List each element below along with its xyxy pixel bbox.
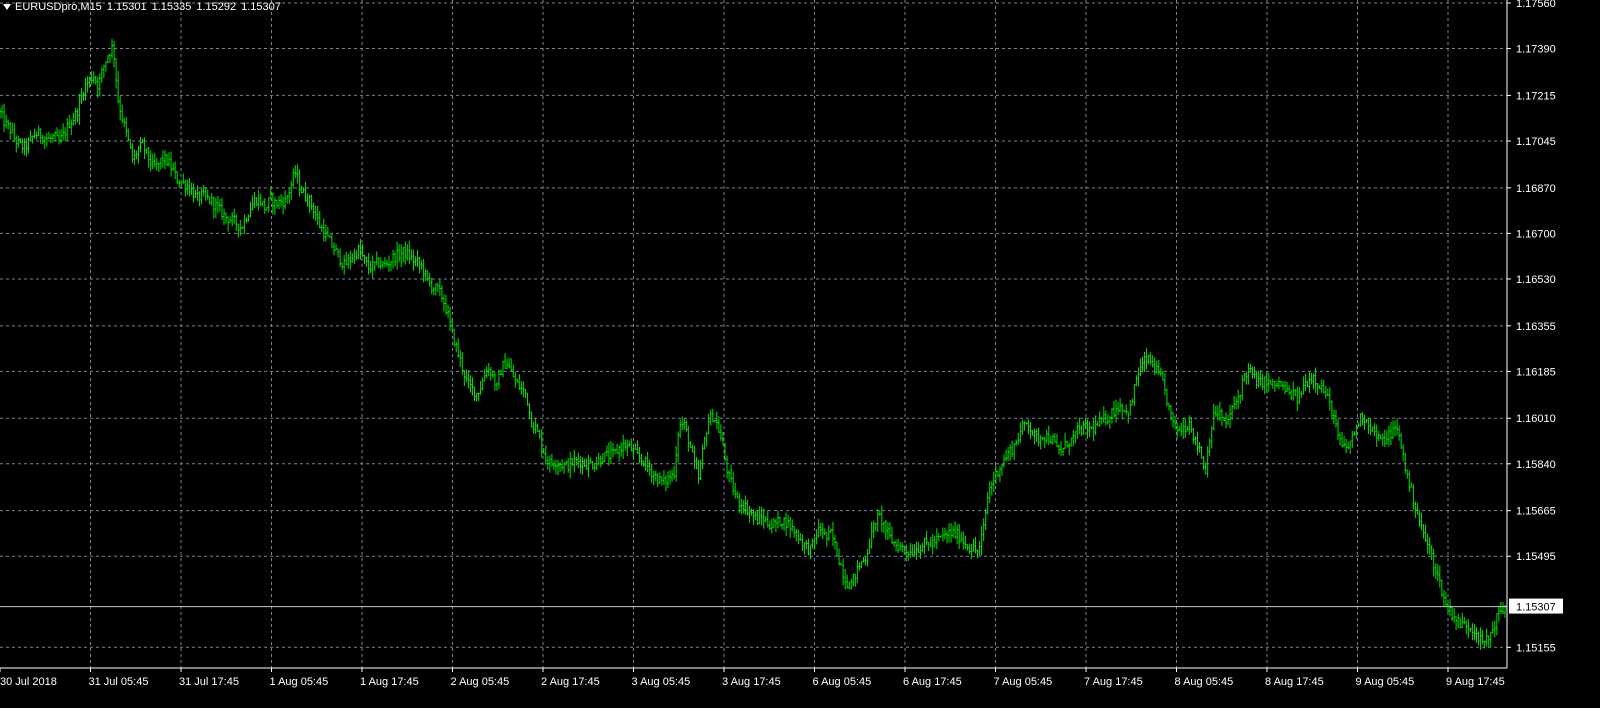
price-tick-label: 1.16355 bbox=[1516, 321, 1556, 333]
price-tick-label: 1.16530 bbox=[1516, 274, 1556, 286]
symbol-header: EURUSDpro,M15 1.15301 1.15335 1.15292 1.… bbox=[3, 1, 286, 13]
time-tick-label: 9 Aug 05:45 bbox=[1356, 676, 1415, 688]
time-tick-label: 30 Jul 2018 bbox=[0, 676, 57, 688]
price-tick-label: 1.17560 bbox=[1516, 0, 1556, 10]
close-price: 1.15307 bbox=[241, 1, 281, 13]
price-tick-label: 1.15665 bbox=[1516, 506, 1556, 518]
time-tick-label: 9 Aug 17:45 bbox=[1446, 676, 1505, 688]
time-tick-label: 3 Aug 17:45 bbox=[722, 676, 781, 688]
current-price-label: 1.15307 bbox=[1509, 598, 1563, 614]
time-tick-label: 6 Aug 17:45 bbox=[903, 676, 962, 688]
time-tick-label: 31 Jul 05:45 bbox=[89, 676, 149, 688]
price-chart[interactable]: 1.17560 1.17390 1.17215 1.17045 1.16870 1.167… bbox=[0, 0, 1600, 708]
low-price: 1.15292 bbox=[196, 1, 237, 13]
price-tick-label: 1.15495 bbox=[1516, 551, 1556, 563]
high-price: 1.15335 bbox=[151, 1, 192, 13]
price-tick-label: 1.17215 bbox=[1516, 90, 1556, 102]
price-tick-label: 1.16870 bbox=[1516, 183, 1556, 195]
current-price-text: 1.15307 bbox=[1516, 602, 1556, 614]
time-tick-label: 8 Aug 17:45 bbox=[1265, 676, 1324, 688]
price-tick-label: 1.15155 bbox=[1516, 642, 1556, 654]
price-tick-label: 1.17045 bbox=[1516, 136, 1556, 148]
time-tick-label: 6 Aug 05:45 bbox=[813, 676, 872, 688]
price-tick-label: 1.16185 bbox=[1516, 366, 1556, 378]
price-tick-label: 1.17390 bbox=[1516, 44, 1556, 56]
chevron-down-icon[interactable] bbox=[3, 4, 11, 10]
time-tick-label: 3 Aug 05:45 bbox=[632, 676, 691, 688]
time-tick-label: 7 Aug 05:45 bbox=[994, 676, 1053, 688]
time-tick-label: 7 Aug 17:45 bbox=[1084, 676, 1143, 688]
time-tick-label: 2 Aug 05:45 bbox=[451, 676, 510, 688]
symbol-name: EURUSDpro,M15 bbox=[15, 1, 102, 13]
open-price: 1.15301 bbox=[106, 1, 147, 13]
price-tick-label: 1.16700 bbox=[1516, 228, 1556, 240]
time-tick-label: 1 Aug 17:45 bbox=[360, 676, 419, 688]
time-tick-label: 8 Aug 05:45 bbox=[1175, 676, 1234, 688]
price-tick-label: 1.16010 bbox=[1516, 413, 1556, 425]
time-tick-label: 2 Aug 17:45 bbox=[541, 676, 600, 688]
time-tick-label: 31 Jul 17:45 bbox=[179, 676, 239, 688]
time-tick-label: 1 Aug 05:45 bbox=[270, 676, 329, 688]
price-tick-label: 1.15840 bbox=[1516, 459, 1556, 471]
